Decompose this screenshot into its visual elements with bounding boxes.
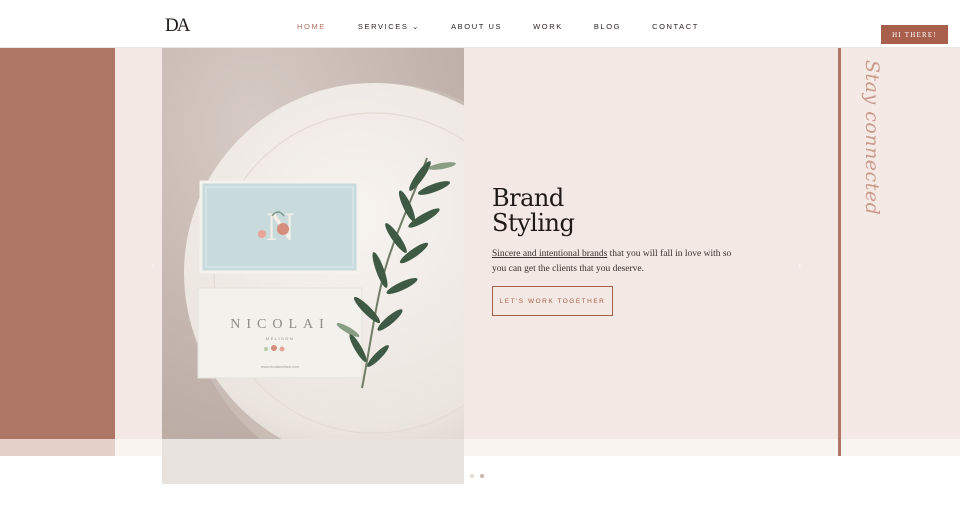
hero-photo: N NICOLAI MELISON www.nicolaimelison.com xyxy=(162,48,464,439)
nav-about-us[interactable]: ABOUT US xyxy=(451,22,502,31)
chevron-right-icon[interactable]: › xyxy=(798,260,801,270)
nav-services[interactable]: SERVICES ⌄ xyxy=(358,22,420,31)
right-panel xyxy=(841,48,960,439)
nav-blog[interactable]: BLOG xyxy=(594,22,621,31)
site-header: DA HOME SERVICES ⌄ ABOUT US WORK BLOG CO… xyxy=(0,0,960,48)
nav-contact[interactable]: CONTACT xyxy=(652,22,699,31)
business-card-photo: N NICOLAI MELISON www.nicolaimelison.com xyxy=(162,48,464,439)
card-name: NICOLAI xyxy=(230,317,330,332)
left-accent-band xyxy=(0,48,115,439)
card-website: www.nicolaimelison.com xyxy=(261,365,299,369)
photo-shadow-panel xyxy=(162,439,464,484)
stay-connected-wrap: Stay connected xyxy=(861,60,884,215)
left-band-footer xyxy=(0,439,115,456)
hero-section xyxy=(0,48,960,439)
chevron-left-icon[interactable]: ‹ xyxy=(152,260,155,270)
headline-line-1: Brand xyxy=(492,184,564,212)
hero-headline: Brand Styling xyxy=(492,184,575,237)
logo[interactable]: DA xyxy=(165,15,190,37)
intro-link[interactable]: Sincere and intentional brands xyxy=(492,249,607,259)
headline-line-2: Styling xyxy=(492,209,575,237)
hi-there-button[interactable]: HI THERE! xyxy=(881,25,948,44)
nav-work[interactable]: WORK xyxy=(533,22,563,31)
slider-dot-1[interactable] xyxy=(470,474,474,478)
lets-work-together-button[interactable]: LET'S WORK TOGETHER xyxy=(492,286,613,316)
main-nav: HOME SERVICES ⌄ ABOUT US WORK BLOG CONTA… xyxy=(297,22,699,31)
stay-connected-text[interactable]: Stay connected xyxy=(861,60,883,215)
card-subtitle: MELISON xyxy=(266,336,295,341)
hero-intro: Sincere and intentional brands that you … xyxy=(492,247,732,277)
slider-dot-2[interactable] xyxy=(480,474,484,478)
nav-home[interactable]: HOME xyxy=(297,22,326,31)
